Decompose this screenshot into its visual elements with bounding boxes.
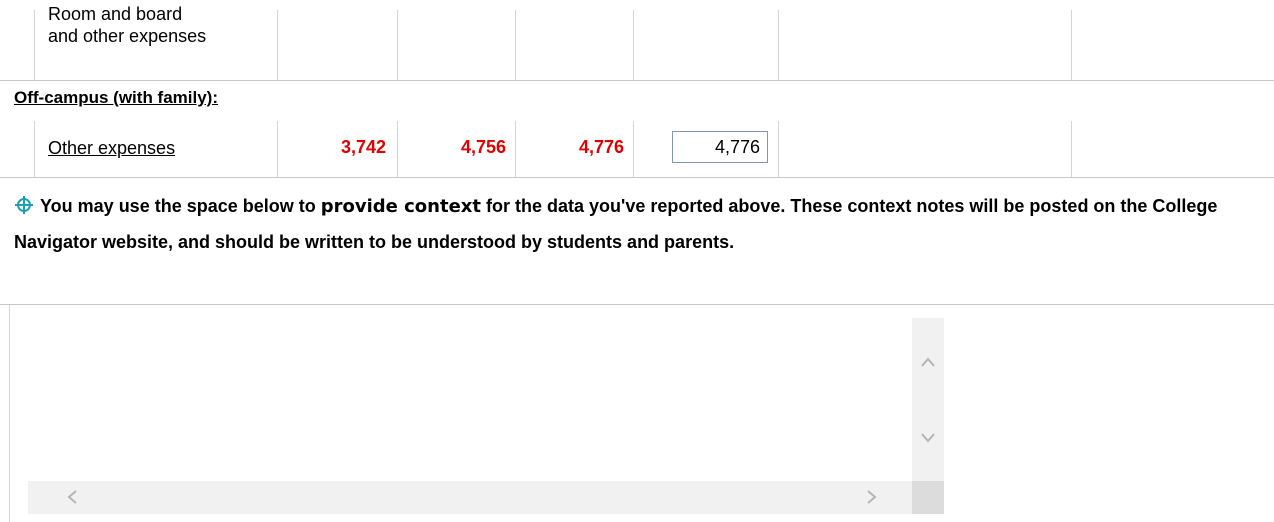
context-note-prefix: You may use the space below to — [40, 196, 321, 216]
scroll-up-icon[interactable] — [920, 356, 936, 368]
value-year-3: 4,776 — [578, 137, 624, 157]
context-note-emphasis: provide context — [320, 196, 482, 217]
row-label-line: Room and board — [48, 4, 183, 24]
column-divider — [1071, 121, 1072, 177]
column-divider — [778, 10, 779, 80]
column-divider — [1071, 10, 1072, 80]
column-divider — [397, 121, 398, 177]
divider — [0, 304, 1274, 305]
scroll-right-icon[interactable] — [866, 489, 878, 505]
section-heading-off-campus-family: Off-campus (with family): — [14, 88, 219, 107]
table-row-room-board: Room and board and other expenses — [0, 0, 1274, 81]
other-expenses-input[interactable] — [672, 131, 768, 163]
scroll-down-icon[interactable] — [920, 432, 936, 444]
value-year-2: 4,756 — [460, 137, 506, 157]
page: Room and board and other expenses Off-ca… — [0, 0, 1274, 522]
column-divider — [515, 10, 516, 80]
table-row-other-expenses: Other expenses 3,742 4,756 4,776 — [0, 121, 1274, 178]
column-divider — [9, 305, 10, 522]
scrollbar-corner — [912, 481, 944, 514]
column-divider — [633, 10, 634, 80]
column-divider — [277, 10, 278, 80]
context-note: You may use the space below to provide c… — [14, 190, 1254, 259]
column-divider — [633, 121, 634, 177]
horizontal-scrollbar[interactable] — [28, 481, 912, 514]
crosshair-icon — [14, 193, 34, 226]
column-divider — [778, 121, 779, 177]
column-divider — [34, 121, 35, 177]
column-divider — [397, 10, 398, 80]
column-divider — [277, 121, 278, 177]
row-label-line: and other expenses — [48, 26, 207, 46]
row-label-other-expenses[interactable]: Other expenses — [48, 137, 175, 159]
value-year-1: 3,742 — [340, 137, 386, 157]
vertical-scrollbar[interactable] — [912, 318, 944, 481]
row-label-room-board: Room and board and other expenses — [48, 3, 206, 47]
column-divider — [515, 121, 516, 177]
column-divider — [34, 10, 35, 80]
scroll-left-icon[interactable] — [66, 489, 78, 505]
